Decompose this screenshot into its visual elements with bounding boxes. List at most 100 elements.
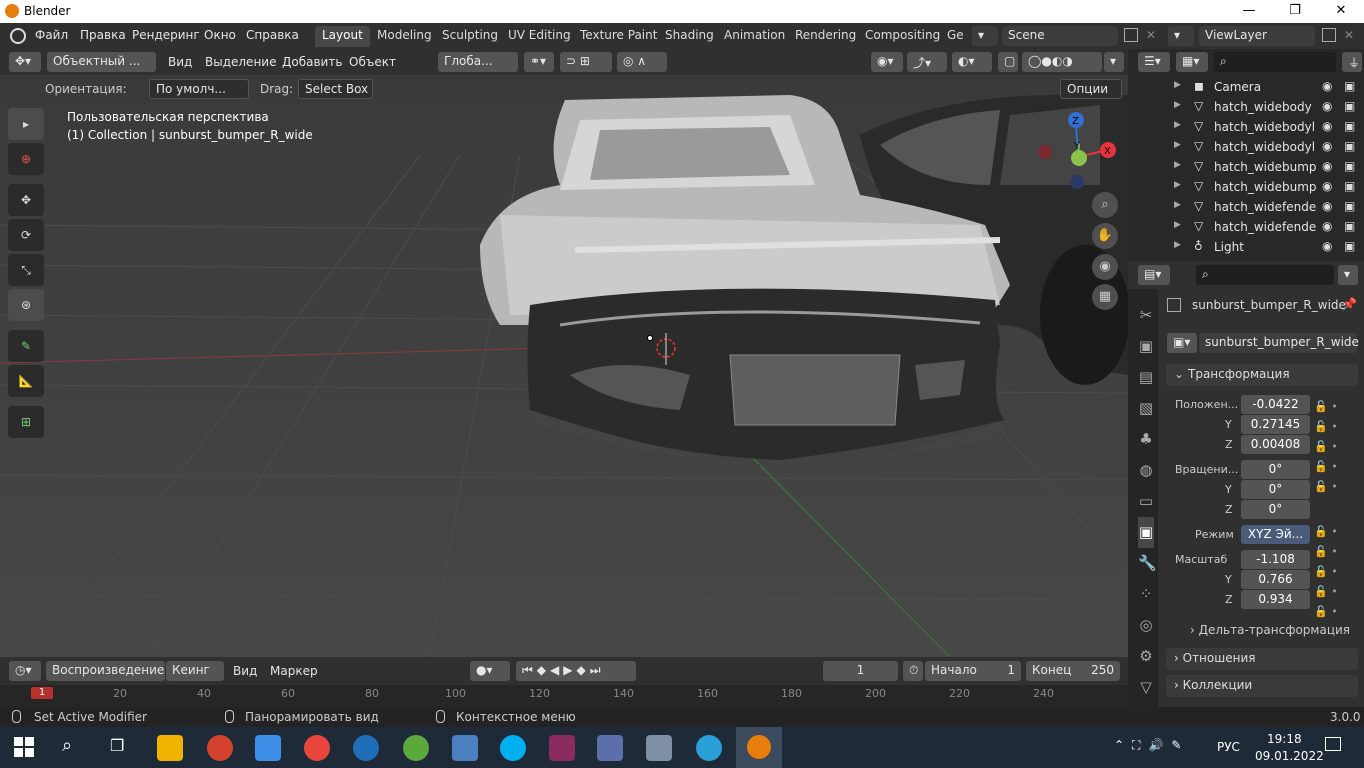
menu-render[interactable]: Рендеринг [132,28,200,42]
location-z-field[interactable]: 0.00408 [1241,435,1310,454]
maximize-button[interactable]: ❐ [1272,0,1318,23]
render-tab-icon[interactable]: ▣ [1138,331,1154,362]
file-explorer-icon[interactable] [157,735,183,761]
rotation-x-field[interactable]: 0° [1241,460,1310,479]
select-tool-icon[interactable]: ▸ [8,108,44,140]
outliner-row[interactable]: ▶ ▽ hatch_widebody ◉ ▣ [1130,97,1362,117]
clock-time[interactable]: 19:18 [1267,732,1302,746]
annotate-tool-icon[interactable]: ✎ [8,330,44,362]
visibility-eye-icon[interactable]: ◉ [1322,219,1332,233]
visibility-eye-icon[interactable]: ◉ [1322,159,1332,173]
viewlayer-icon[interactable]: ▾ [1168,26,1194,46]
visibility-eye-icon[interactable]: ◉ [1322,139,1332,153]
outliner-row[interactable]: ▶ ▽ hatch_widebodyl ◉ ▣ [1130,137,1362,157]
tab-compositing[interactable]: Compositing [858,26,947,47]
lock-icon[interactable]: 🔓 • [1314,522,1338,542]
outliner-row[interactable]: ▶ ▽ hatch_widebump ◉ ▣ [1130,177,1362,197]
transform-orientation-select[interactable]: Глоба... [438,52,518,72]
drag-select[interactable]: Select Box [298,79,373,99]
winrar-icon[interactable] [549,735,575,761]
utility-icon[interactable] [646,735,672,761]
add-cube-tool-icon[interactable]: ⊞ [8,406,44,438]
close-button[interactable]: ✕ [1318,0,1364,23]
location-x-field[interactable]: -0.0422 [1241,395,1310,414]
expand-arrow-icon[interactable]: ▶ [1174,240,1181,250]
render-camera-icon[interactable]: ▣ [1344,219,1355,233]
tab-sculpting[interactable]: Sculpting [435,26,505,47]
expand-arrow-icon[interactable]: ▶ [1174,120,1181,130]
scene-field[interactable]: Scene [1002,26,1118,46]
collections-panel-header[interactable]: › Коллекции [1166,675,1358,697]
scale-z-field[interactable]: 0.934 [1241,590,1310,609]
xray-icon[interactable]: ▢ [998,52,1018,72]
lock-icons[interactable]: 🔓 • 🔓 • 🔓 • 🔓 • 🔓 • 🔓 • 🔓 • 🔓 • 🔓 • 🔓 • [1314,397,1338,622]
tool-tab-icon[interactable]: ✂ [1138,300,1154,331]
menu-view[interactable]: Вид [168,55,192,69]
visibility-eye-icon[interactable]: ◉ [1322,79,1332,93]
snap-icon[interactable]: ⊃ ⊞ [560,52,612,72]
shading-mode-icons[interactable]: ◯●◐◑ [1022,52,1102,72]
scale-tool-icon[interactable]: ⤡ [8,254,44,286]
keying-menu[interactable]: Кеинг [166,661,224,681]
options-dropdown[interactable]: Опции [1060,79,1122,99]
timeline-ruler[interactable]: 1 20 40 60 80 100 120 140 160 180 200 22… [0,685,1128,707]
3d-viewport[interactable]: Z Y X Пользовательская перспектива (1) C… [0,75,1128,657]
expand-arrow-icon[interactable]: ▶ [1174,140,1181,150]
tray-icons[interactable]: ⌃⛶🔊✎ [1114,738,1189,753]
playback-menu[interactable]: Воспроизведение [46,661,165,681]
task-view-icon[interactable]: ❐ [110,736,124,755]
lock-icon[interactable] [1314,497,1338,522]
outliner-row[interactable]: ▶ ◼ Camera ◉ ▣ [1130,77,1362,97]
pan-hand-icon[interactable]: ✋ [1092,223,1118,249]
expand-arrow-icon[interactable]: ▶ [1174,160,1181,170]
expand-arrow-icon[interactable]: ▶ [1174,100,1181,110]
constraints-tab-icon[interactable]: ⚙ [1138,641,1154,672]
scale-y-field[interactable]: 0.766 [1241,570,1310,589]
outliner-row[interactable]: ▶ ▽ hatch_widefende ◉ ▣ [1130,217,1362,237]
render-camera-icon[interactable]: ▣ [1344,139,1355,153]
move-tool-icon[interactable]: ✥ [8,184,44,216]
outliner-row[interactable]: ▶ ▽ hatch_widebodyl ◉ ▣ [1130,117,1362,137]
rotation-mode-select[interactable]: XYZ Эй... [1241,525,1310,544]
current-frame-field[interactable]: 1 [823,661,898,681]
lock-icon[interactable]: 🔓 • [1314,457,1338,477]
edge-icon[interactable] [696,735,722,761]
zoom-icon[interactable]: ⌕ [1092,192,1118,218]
visibility-eye-icon[interactable]: ◉ [1322,239,1332,253]
visibility-eye-icon[interactable]: ◉ [1322,179,1332,193]
menu-window[interactable]: Окно [204,28,236,42]
object-tab-icon[interactable]: ▣ [1138,517,1154,548]
measure-tool-icon[interactable]: 📐 [8,365,44,397]
keyframe-record-icon[interactable]: ●▾ [470,661,510,681]
rotate-tool-icon[interactable]: ⟳ [8,219,44,251]
scale-x-field[interactable]: -1.108 [1241,550,1310,569]
visibility-eye-icon[interactable]: ◉ [1322,119,1332,133]
editor-type-icon[interactable]: ✥▾ [9,52,41,72]
tab-uv-editing[interactable]: UV Editing [501,26,578,47]
delete-scene-icon[interactable]: ✕ [1146,28,1156,42]
new-viewlayer-icon[interactable] [1322,28,1336,42]
lock-icon[interactable]: 🔓 • [1314,477,1338,497]
pin-icon[interactable]: 📌 [1342,297,1357,311]
ccleaner-icon[interactable] [207,735,233,761]
windows-start-icon[interactable] [14,737,34,757]
scene-icon[interactable]: ▾ [972,26,998,46]
tab-texture-paint[interactable]: Texture Paint [573,26,664,47]
properties-search-input[interactable]: ⌕ [1196,265,1334,285]
tab-modeling[interactable]: Modeling [370,26,439,47]
end-frame-field[interactable]: Конец 250 [1026,661,1120,681]
render-camera-icon[interactable]: ▣ [1344,179,1355,193]
world-tab-icon[interactable]: ◍ [1138,455,1154,486]
properties-tabs[interactable]: ✂ ▣ ▤ ▧ ♣ ◍ ▭ ▣ 🔧 ⁘ ◎ ⚙ ▽ ● [1138,300,1157,734]
outliner-editor-icon[interactable]: ☰▾ [1138,52,1170,72]
cursor-tool-icon[interactable]: ⊕ [8,143,44,175]
gizmo-toggle-icon[interactable]: ⤴▾ [907,52,947,72]
object-name-field[interactable]: sunburst_bumper_R_wide [1199,333,1359,353]
render-camera-icon[interactable]: ▣ [1344,79,1355,93]
visibility-eye-icon[interactable]: ◉ [1322,99,1332,113]
start-frame-field[interactable]: Начало 1 [925,661,1021,681]
physics-tab-icon[interactable]: ◎ [1138,610,1154,641]
menu-add[interactable]: Добавить [282,55,342,69]
filter-icon[interactable]: ⏚ [1342,52,1362,72]
data-tab-icon[interactable]: ▽ [1138,672,1154,703]
